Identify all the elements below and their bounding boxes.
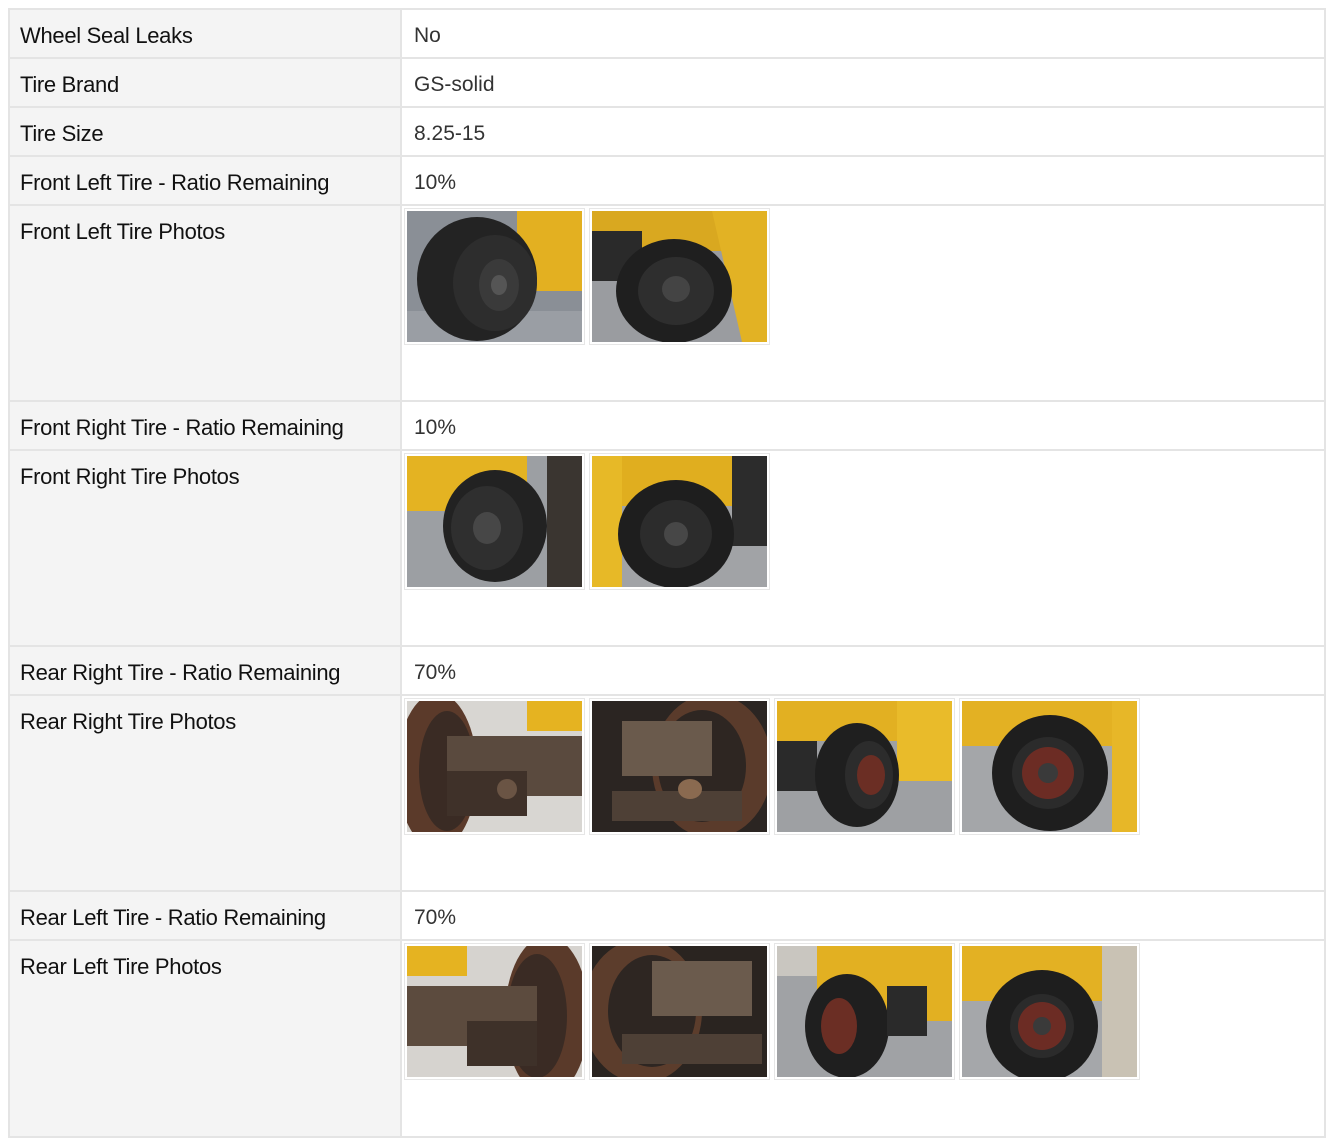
tire-photo-image: [592, 211, 767, 342]
tire-photo-image: [407, 946, 582, 1077]
tire-photo-image: [962, 701, 1137, 832]
row-label: Front Left Tire Photos: [8, 204, 402, 402]
tire-photo-image: [407, 701, 582, 832]
photo-cell: [400, 939, 1326, 1138]
inspection-table-container: Wheel Seal Leaks No Tire Brand GS-solid …: [8, 8, 1326, 1138]
rear-right-tire-photo-3[interactable]: [774, 698, 955, 835]
row-value: 70%: [400, 890, 1326, 941]
rear-right-tire-photo-2[interactable]: [589, 698, 770, 835]
row-value: GS-solid: [400, 57, 1326, 108]
rear-left-tire-photo-4[interactable]: [959, 943, 1140, 1080]
table-row: Front Left Tire Photos: [8, 204, 1326, 402]
tire-photo-image: [592, 701, 767, 832]
table-row: Front Right Tire - Ratio Remaining 10%: [8, 400, 1326, 451]
row-label: Rear Left Tire Photos: [8, 939, 402, 1138]
rear-right-tire-photo-4[interactable]: [959, 698, 1140, 835]
tire-inspection-table: Wheel Seal Leaks No Tire Brand GS-solid …: [8, 8, 1326, 1138]
rear-left-tire-photo-3[interactable]: [774, 943, 955, 1080]
row-label: Tire Brand: [8, 57, 402, 108]
tire-photo-image: [407, 456, 582, 587]
table-row: Tire Size 8.25-15: [8, 106, 1326, 157]
tire-photo-image: [407, 211, 582, 342]
tire-photo-image: [777, 701, 952, 832]
photo-cell: [400, 694, 1326, 892]
table-row: Rear Left Tire Photos: [8, 939, 1326, 1138]
row-value: 70%: [400, 645, 1326, 696]
row-value: 10%: [400, 155, 1326, 206]
photo-cell: [400, 449, 1326, 647]
table-row: Rear Right Tire - Ratio Remaining 70%: [8, 645, 1326, 696]
tire-photo-image: [592, 946, 767, 1077]
photo-cell: [400, 204, 1326, 402]
row-label: Rear Right Tire Photos: [8, 694, 402, 892]
front-right-tire-photo-1[interactable]: [404, 453, 585, 590]
rear-left-tire-photo-2[interactable]: [589, 943, 770, 1080]
table-row: Front Right Tire Photos: [8, 449, 1326, 647]
tire-photo-image: [592, 456, 767, 587]
row-label: Rear Left Tire - Ratio Remaining: [8, 890, 402, 941]
row-label: Tire Size: [8, 106, 402, 157]
table-row: Front Left Tire - Ratio Remaining 10%: [8, 155, 1326, 206]
front-left-tire-photo-2[interactable]: [589, 208, 770, 345]
row-label: Wheel Seal Leaks: [8, 8, 402, 59]
row-label: Rear Right Tire - Ratio Remaining: [8, 645, 402, 696]
row-value: 10%: [400, 400, 1326, 451]
table-row: Rear Right Tire Photos: [8, 694, 1326, 892]
table-row: Tire Brand GS-solid: [8, 57, 1326, 108]
rear-left-tire-photo-1[interactable]: [404, 943, 585, 1080]
row-label: Front Right Tire Photos: [8, 449, 402, 647]
row-value: 8.25-15: [400, 106, 1326, 157]
tire-photo-image: [962, 946, 1137, 1077]
table-row: Wheel Seal Leaks No: [8, 8, 1326, 59]
row-value: No: [400, 8, 1326, 59]
row-label: Front Left Tire - Ratio Remaining: [8, 155, 402, 206]
front-right-tire-photo-2[interactable]: [589, 453, 770, 590]
tire-photo-image: [777, 946, 952, 1077]
rear-right-tire-photo-1[interactable]: [404, 698, 585, 835]
front-left-tire-photo-1[interactable]: [404, 208, 585, 345]
table-row: Rear Left Tire - Ratio Remaining 70%: [8, 890, 1326, 941]
row-label: Front Right Tire - Ratio Remaining: [8, 400, 402, 451]
